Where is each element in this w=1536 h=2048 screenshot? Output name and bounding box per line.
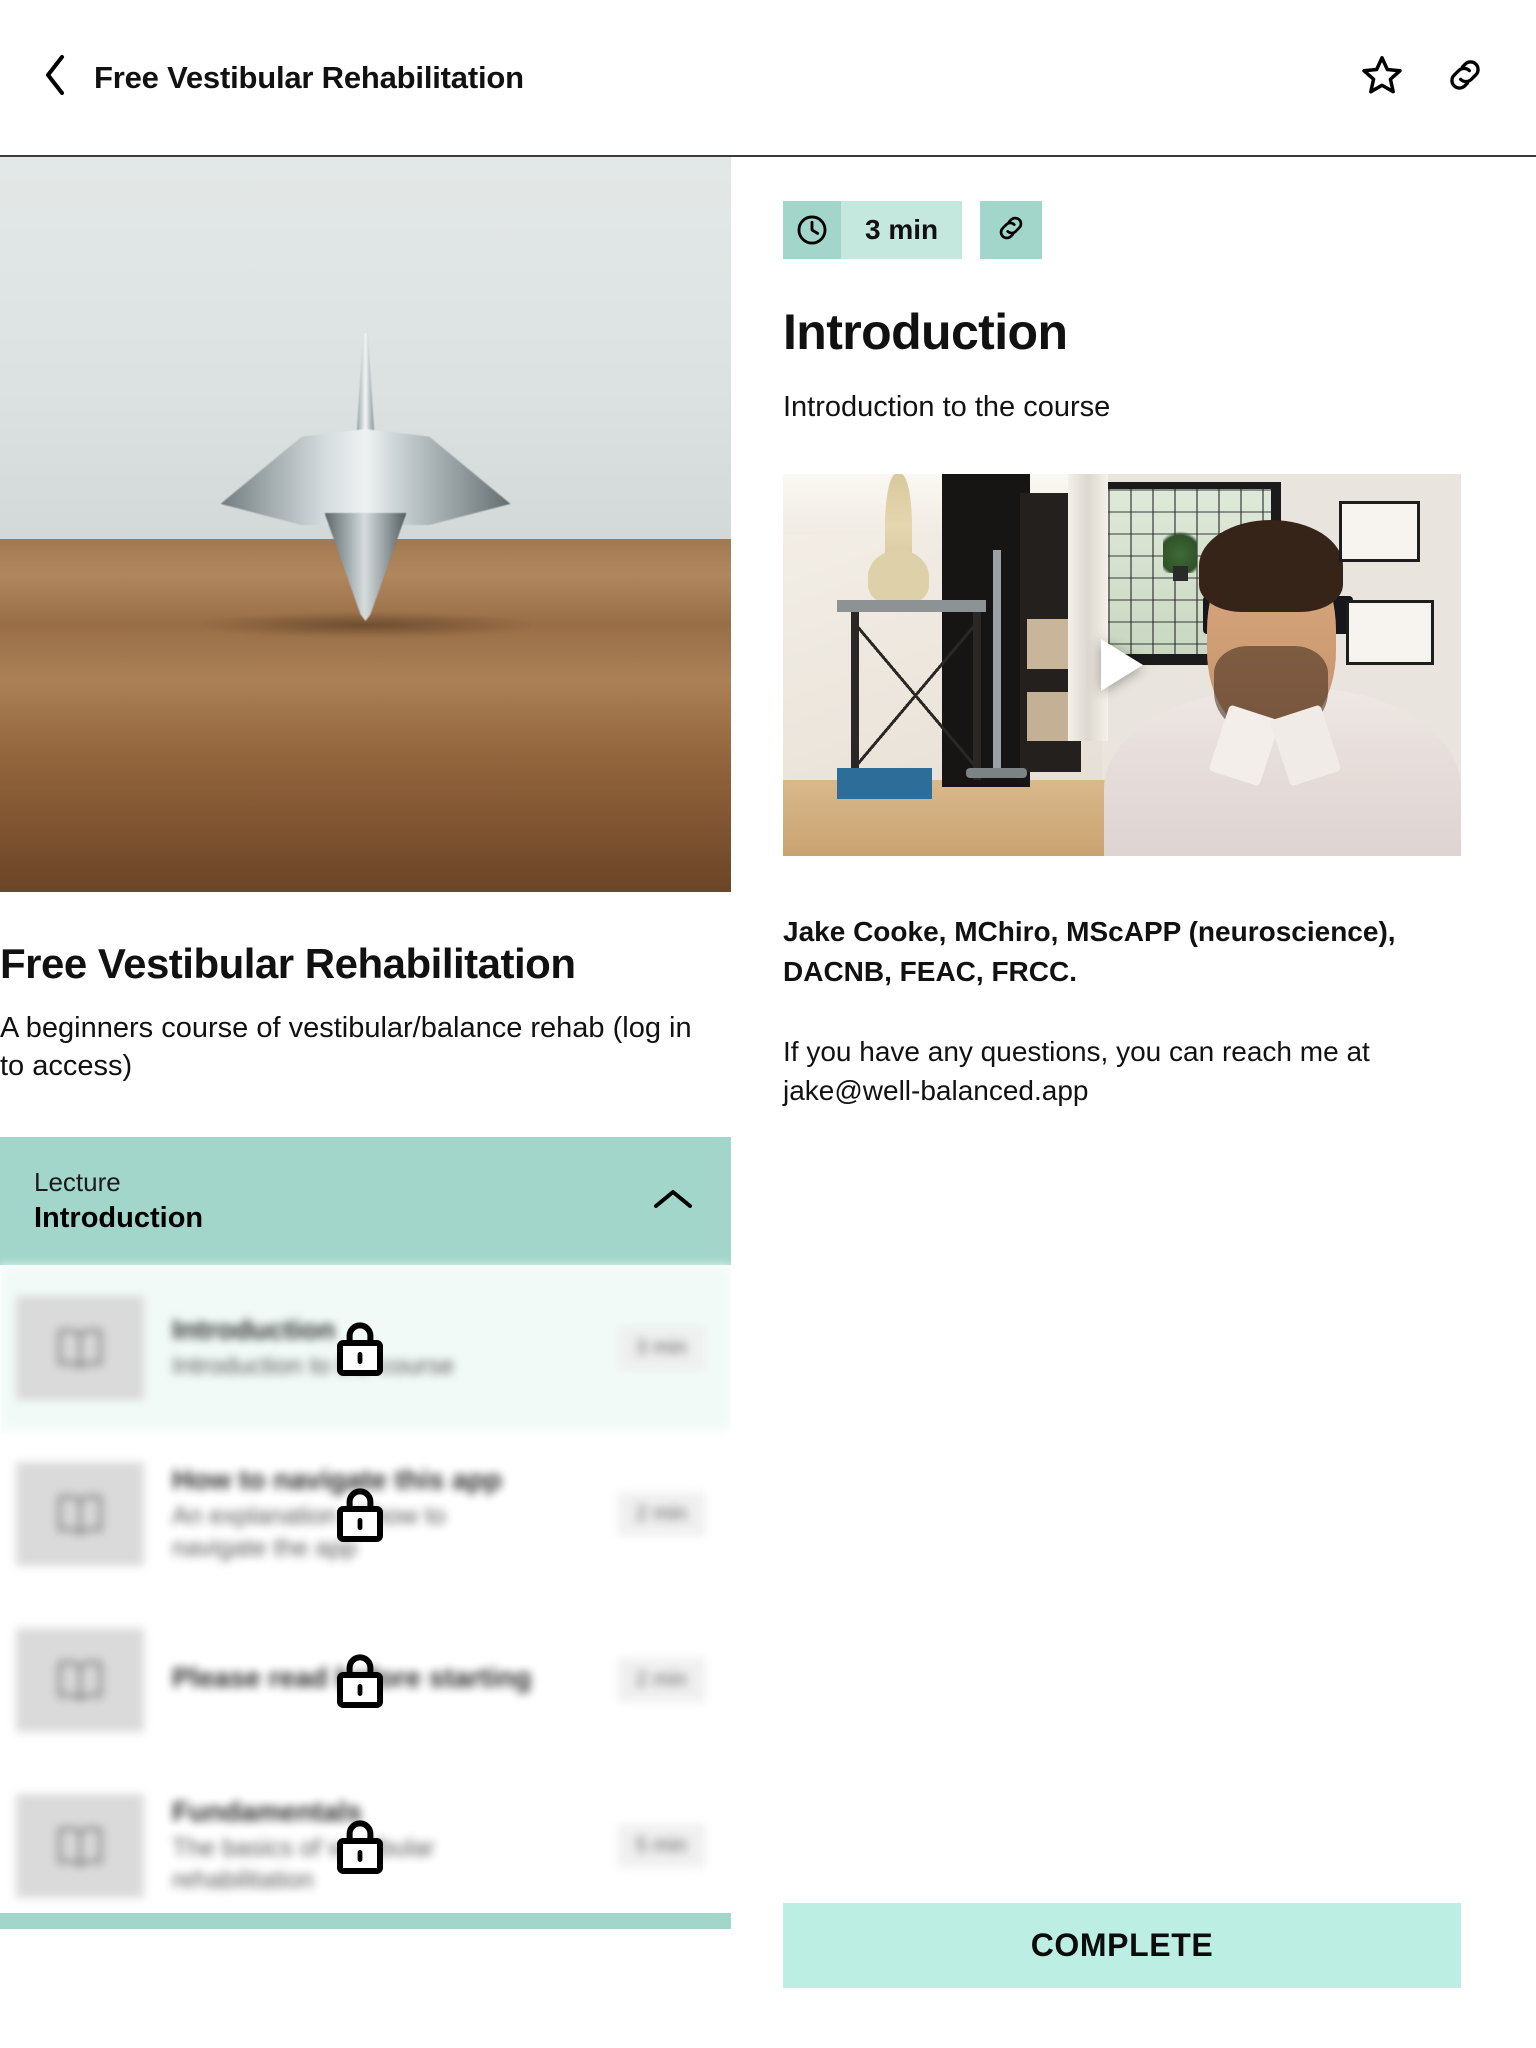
back-button[interactable] [34,52,76,104]
lock-icon [332,1317,388,1379]
list-item[interactable]: Please read before starting 2 min [0,1597,731,1763]
content-area: Free Vestibular Rehabilitation A beginne… [0,157,1536,2048]
course-title: Free Vestibular Rehabilitation [0,940,576,987]
lesson-title: Introduction [172,1314,336,1346]
lecture-section-header[interactable]: Lecture Introduction [0,1137,731,1266]
lecture-section-kicker: Lecture [34,1167,121,1198]
course-panel: Free Vestibular Rehabilitation A beginne… [0,157,731,2048]
lesson-duration: 2 min [617,1492,705,1537]
book-icon [16,1794,144,1899]
favorite-button[interactable] [1360,53,1404,102]
app-header: Free Vestibular Rehabilitation [0,0,1536,157]
header-actions [1360,53,1502,102]
lock-icon [332,1483,388,1545]
course-description: A beginners course of vestibular/balance… [0,1012,692,1082]
clock-icon [783,201,841,259]
lock-icon [332,1649,388,1711]
link-icon [1444,54,1486,101]
lesson-meta-row: 3 min [783,201,1484,259]
lesson-detail-panel: 3 min Introduction Introduction to the c… [731,157,1536,2048]
lesson-duration: 3 min [617,1326,705,1371]
list-item[interactable]: Introduction Introduction to the course … [0,1265,731,1432]
link-icon [995,212,1027,249]
star-icon [1360,53,1404,102]
page-title: Free Vestibular Rehabilitation [94,59,524,95]
lecture-section-name: Introduction [34,1202,204,1235]
list-item[interactable]: How to navigate this app An explanation … [0,1431,731,1597]
book-icon [16,1628,144,1733]
lesson-title: How to navigate this app [172,1464,502,1496]
list-item[interactable]: Fundamentals The basics of vestibular re… [0,1763,731,1929]
lesson-heading: Introduction [783,304,1068,360]
duration-label: 3 min [841,201,963,259]
chevron-up-icon [651,1185,695,1218]
chevron-left-icon [43,54,67,101]
next-section-header[interactable] [0,1913,731,1930]
lesson-author: Jake Cooke, MChiro, MScAPP (neuroscience… [783,916,1396,987]
lesson-list: Introduction Introduction to the course … [0,1265,731,1930]
lesson-title: Fundamentals [172,1796,362,1828]
spinning-top-icon [220,333,511,621]
lesson-title: Please read before starting [172,1662,532,1694]
lock-icon [332,1815,388,1877]
lesson-share-button[interactable] [980,201,1043,259]
course-hero-image [0,157,731,892]
duration-badge: 3 min [783,201,963,259]
lesson-video-player[interactable] [783,474,1461,856]
book-icon [16,1462,144,1567]
lesson-duration: 5 min [617,1824,705,1869]
lesson-blurb: Introduction to the course [783,391,1111,423]
lesson-duration: 2 min [617,1658,705,1703]
share-link-button[interactable] [1444,54,1486,101]
play-icon[interactable] [1101,639,1143,691]
section-collapse-button[interactable] [651,1185,695,1218]
book-icon [16,1296,144,1401]
complete-button[interactable]: COMPLETE [783,1903,1461,1988]
lesson-contact: If you have any questions, you can reach… [783,1035,1370,1107]
